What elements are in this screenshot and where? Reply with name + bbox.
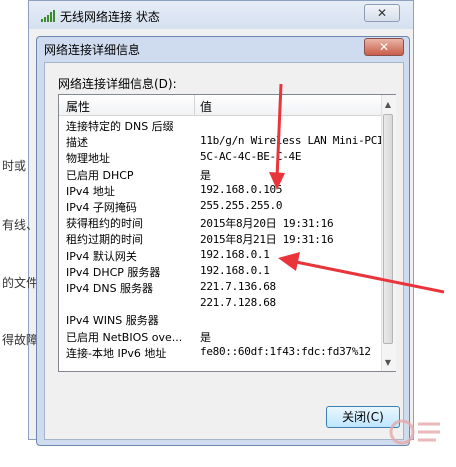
row-value[interactable]: 192.168.0.1 (200, 248, 270, 264)
column-header-value[interactable]: 值 (200, 98, 212, 115)
row-property[interactable]: 物理地址 (66, 150, 110, 166)
background-text-fragment: 有线、 (2, 218, 39, 232)
scroll-down-arrow-icon[interactable]: ▼ (381, 356, 395, 370)
row-value[interactable]: 是 (200, 167, 211, 183)
row-value[interactable]: 2015年8月21日 19:31:16 (200, 231, 334, 247)
row-value[interactable]: fe80::60df:1f43:fdc:fd37%12 (200, 345, 371, 361)
header-separator[interactable] (194, 95, 195, 115)
network-status-title: 无线网络连接 状态 (60, 10, 160, 24)
scroll-up-arrow-icon[interactable]: ▲ (381, 98, 395, 112)
row-property[interactable]: IPv4 DNS 服务器 (66, 280, 153, 296)
outer-close-button[interactable]: ✕ (364, 4, 400, 22)
row-property[interactable]: IPv4 WINS 服务器 (66, 312, 159, 328)
row-property[interactable]: 连接特定的 DNS 后缀 (66, 118, 174, 134)
row-property[interactable]: 租约过期的时间 (66, 231, 143, 247)
list-header (59, 95, 381, 116)
row-property[interactable]: 已启用 NetBIOS ove... (66, 329, 182, 345)
column-header-property[interactable]: 属性 (66, 98, 90, 115)
row-value[interactable]: 11b/g/n Wireless LAN Mini-PCI (200, 134, 384, 150)
row-property[interactable]: IPv4 子网掩码 (66, 199, 137, 215)
row-property[interactable]: IPv4 DHCP 服务器 (66, 264, 160, 280)
row-value[interactable]: 192.168.0.105 (200, 183, 283, 199)
row-property[interactable]: 描述 (66, 134, 88, 150)
background-text-fragment: 得故障 (2, 333, 39, 347)
row-value[interactable]: 是 (200, 329, 211, 345)
background-text-fragment: 的文件 (2, 276, 39, 290)
row-property[interactable]: 连接-本地 IPv6 地址 (66, 345, 166, 361)
wireless-signal-icon (41, 10, 55, 22)
row-value[interactable]: 192.168.0.1 (200, 264, 270, 280)
row-property[interactable]: 已启用 DHCP (66, 167, 134, 183)
watermark-logo (389, 419, 440, 445)
row-value[interactable]: 221.7.128.68 (200, 296, 276, 312)
row-value[interactable]: 2015年8月20日 19:31:16 (200, 215, 334, 231)
row-value[interactable]: 221.7.136.68 (200, 280, 276, 296)
background-text-fragment: 时或 (2, 159, 27, 173)
dialog-close-button[interactable]: ✕ (364, 38, 404, 56)
scrollbar-thumb[interactable] (383, 114, 393, 344)
row-value[interactable]: 5C-AC-4C-BE-C-4E (200, 150, 301, 166)
dialog-title: 网络连接详细信息 (44, 43, 141, 57)
row-value[interactable]: 255.255.255.0 (200, 199, 283, 215)
details-list-label: 网络连接详细信息(D): (58, 77, 177, 91)
row-property[interactable]: IPv4 默认网关 (66, 248, 137, 264)
row-property[interactable]: 获得租约的时间 (66, 215, 143, 231)
row-property[interactable]: IPv4 地址 (66, 183, 115, 199)
